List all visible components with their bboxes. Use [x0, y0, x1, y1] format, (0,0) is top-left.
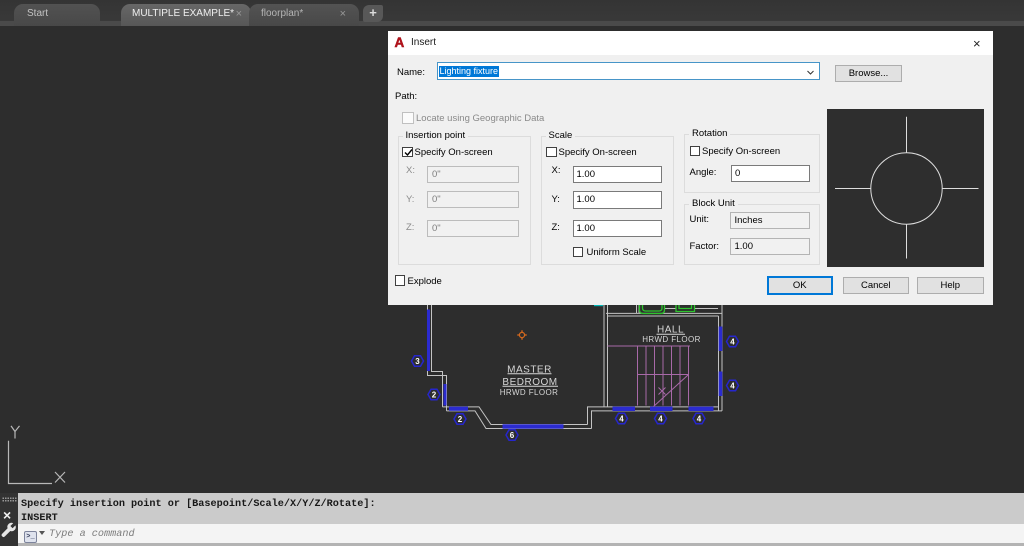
svg-text:4: 4	[730, 382, 735, 391]
svg-text:4: 4	[658, 415, 663, 424]
svg-text:3: 3	[415, 357, 420, 366]
svg-text:HRWD FLOOR: HRWD FLOOR	[500, 388, 559, 397]
svg-text:2: 2	[458, 415, 463, 424]
svg-text:6: 6	[510, 431, 515, 440]
svg-text:4: 4	[730, 338, 735, 347]
svg-text:2: 2	[432, 391, 437, 400]
svg-text:4: 4	[619, 415, 624, 424]
svg-text:HRWD FLOOR: HRWD FLOOR	[642, 335, 701, 344]
svg-text:4: 4	[697, 415, 702, 424]
